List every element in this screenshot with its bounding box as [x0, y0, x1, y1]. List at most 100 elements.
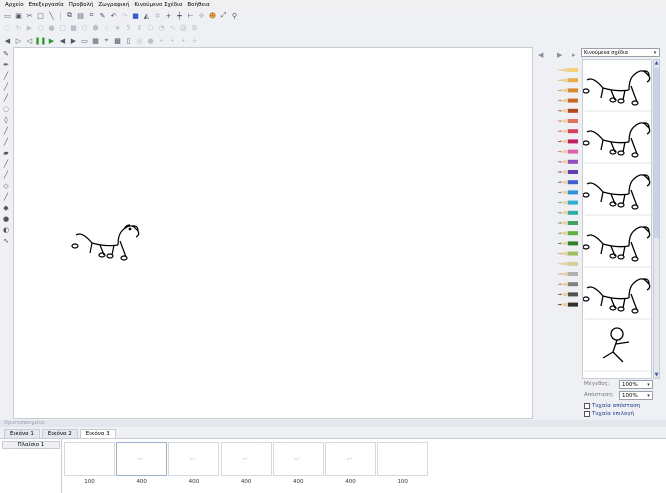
frame-delay[interactable]: 400 [325, 479, 376, 485]
copy-icon[interactable]: ⧉ [65, 11, 74, 20]
scroll-thumb[interactable] [654, 68, 659, 238]
circle-fill-icon[interactable]: ● [47, 23, 56, 32]
pencil-1[interactable] [557, 78, 578, 83]
layers-icon[interactable]: ▩ [113, 36, 122, 45]
lasso-icon[interactable]: ◌ [3, 23, 12, 32]
pencil-4[interactable] [557, 108, 578, 113]
add-frame-icon[interactable]: + [190, 36, 199, 45]
stamp-tool-icon[interactable]: ◆ [2, 203, 11, 212]
star-fill-icon[interactable]: ★ [113, 23, 122, 32]
brush-tool-icon[interactable]: ╱ [2, 71, 11, 80]
dog-stamp[interactable] [583, 70, 651, 112]
pencil-10[interactable] [557, 170, 578, 174]
drawing-canvas[interactable] [13, 47, 533, 419]
pencil-9[interactable] [557, 159, 578, 164]
layer-name[interactable]: Πλαίσιο 1 [2, 441, 60, 449]
tab-image-2[interactable]: Εικόνα 2 [41, 429, 78, 438]
pencil-3[interactable] [557, 98, 578, 103]
frame-thumbnail[interactable] [64, 442, 115, 476]
frame-delay[interactable]: 400 [273, 479, 324, 485]
dog-stamp[interactable] [583, 122, 651, 164]
crop-icon[interactable]: ⌗ [87, 11, 96, 20]
pencil-17[interactable] [557, 241, 578, 246]
square-outline-icon[interactable]: □ [58, 23, 67, 32]
pencil-11[interactable] [557, 180, 578, 185]
circle-outline-icon[interactable]: ○ [36, 23, 45, 32]
crayon-tool-icon[interactable]: ╱ [2, 93, 11, 102]
dot-icon[interactable]: ● [146, 36, 155, 45]
dot2-icon[interactable]: • [168, 36, 177, 45]
menu-view[interactable]: Προβολή [69, 2, 94, 8]
speech-bubble-icon[interactable]: ◔ [157, 23, 166, 32]
number-icon[interactable]: 5 [124, 23, 133, 32]
stamp-thumbnails[interactable] [583, 60, 652, 379]
dog-stamp[interactable] [583, 278, 651, 320]
brush-category-select[interactable]: Κινούμενα σχέδια ▾ [581, 48, 660, 57]
pencil-13[interactable] [557, 200, 578, 205]
prev-icon[interactable]: ◀ [58, 36, 67, 45]
arrow-icon[interactable]: ▶ [25, 23, 34, 32]
line-tool-icon[interactable]: ╱ [2, 170, 11, 179]
pencil-16[interactable] [557, 231, 578, 236]
size-select[interactable]: 100% ▾ [619, 380, 653, 389]
dog-stamp[interactable] [583, 174, 651, 216]
swirl-tool-icon[interactable]: ∿ [2, 236, 11, 245]
black-marker-tool-icon[interactable]: ▰ [2, 148, 11, 157]
blob-tool-icon[interactable]: ◐ [2, 225, 11, 234]
scroll-up-icon[interactable]: ▲ [654, 60, 659, 66]
pencil-18[interactable] [557, 251, 578, 256]
onion-icon[interactable]: ◎ [135, 36, 144, 45]
pencil-20[interactable] [557, 272, 578, 276]
polygon-icon[interactable]: ⬠ [146, 23, 155, 32]
dot3-icon[interactable]: • [179, 36, 188, 45]
new-image-icon[interactable]: □ [36, 11, 45, 20]
runner-stamp[interactable] [585, 327, 651, 372]
fill-tool-icon[interactable]: ╱ [2, 126, 11, 135]
menu-edit[interactable]: Επεξεργασία [29, 2, 64, 8]
rotate-icon[interactable]: ↻ [14, 23, 23, 32]
paste-icon[interactable]: ▤ [76, 11, 85, 20]
image-icon[interactable]: ◭ [142, 11, 151, 20]
pencil-21[interactable] [557, 282, 578, 287]
pause-icon[interactable]: ❚❚ [35, 36, 47, 45]
resize-icon[interactable]: ⤢ [219, 11, 228, 20]
select-icon[interactable]: ⌖ [102, 36, 111, 45]
line-icon[interactable]: ╲ [47, 11, 56, 20]
play-icon[interactable]: ▶ [47, 36, 56, 45]
pencil-19[interactable] [557, 261, 578, 266]
pencil-15[interactable] [557, 221, 578, 225]
gradient-icon[interactable]: ■ [131, 11, 140, 20]
frame-counter-icon[interactable]: ▯ [124, 36, 133, 45]
frame-delay[interactable]: 100 [64, 479, 115, 485]
pencil-0[interactable] [557, 68, 578, 72]
square-fill-icon[interactable]: ■ [69, 23, 78, 32]
arrow-next-icon[interactable]: ▸ [572, 51, 576, 59]
pencil-7[interactable] [557, 139, 578, 144]
stepper-icon[interactable]: ⇕ [135, 23, 144, 32]
next-icon[interactable]: ▶ [69, 36, 78, 45]
pen-tool-icon[interactable]: ✒ [2, 60, 11, 69]
ball-tool-icon[interactable]: ● [2, 214, 11, 223]
marker-tool-icon[interactable]: ╱ [2, 82, 11, 91]
rewind-icon[interactable]: ◁ [25, 36, 34, 45]
frame-thumbnail[interactable]: ~ᐩ [325, 442, 376, 476]
smudge-tool-icon[interactable]: ╱ [2, 137, 11, 146]
cut-icon[interactable]: ✂ [25, 11, 34, 20]
frame-thumbnail[interactable]: ~ᐩ [220, 442, 272, 476]
chevron-down-icon[interactable]: ▾ [645, 381, 652, 388]
zoom-icon[interactable]: ⚲ [230, 11, 239, 20]
frame-delay[interactable]: 400 [116, 479, 167, 485]
new-file-icon[interactable]: ▭ [3, 11, 12, 20]
menu-help[interactable]: Βοήθεια [187, 2, 209, 8]
star-icon[interactable]: ✲ [153, 11, 162, 20]
eraser-tool-icon[interactable]: ◊ [2, 115, 11, 124]
frame-thumbnail[interactable]: ~ᐩ [116, 442, 168, 476]
chevron-down-icon[interactable]: ▾ [645, 392, 652, 399]
pencil-palette[interactable] [535, 62, 580, 322]
pencil-2[interactable] [557, 88, 578, 93]
pencil-8[interactable] [557, 149, 578, 154]
image-view-icon[interactable]: ▦ [91, 36, 100, 45]
pencil-12[interactable] [557, 190, 578, 195]
frame-view-icon[interactable]: ▭ [80, 36, 89, 45]
checkbox-box[interactable] [584, 403, 590, 409]
